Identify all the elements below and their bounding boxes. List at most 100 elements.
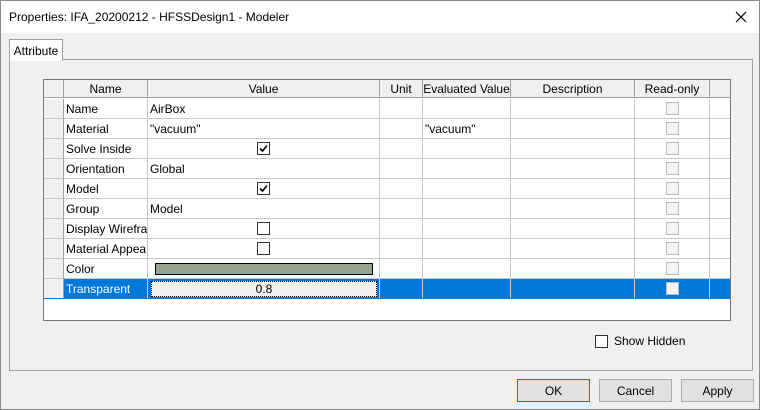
property-name[interactable]: Orientation [64, 159, 148, 179]
property-unit[interactable] [380, 279, 423, 299]
property-description[interactable] [511, 199, 635, 219]
property-name[interactable]: Material [64, 119, 148, 139]
property-evaluated-value [423, 139, 511, 159]
property-value-checkbox[interactable] [257, 222, 270, 235]
property-unit[interactable] [380, 179, 423, 199]
property-name[interactable]: Material Appea... [64, 239, 148, 259]
table-row[interactable]: Material "vacuum" "vacuum" [44, 119, 730, 139]
row-header[interactable] [44, 239, 64, 259]
table-row[interactable]: Color [44, 259, 730, 279]
property-value-cell[interactable]: Global [148, 159, 380, 179]
property-unit[interactable] [380, 119, 423, 139]
property-value-cell[interactable]: Model [148, 199, 380, 219]
table-row[interactable]: Orientation Global [44, 159, 730, 179]
property-value-cell[interactable]: 0.8 [148, 279, 380, 299]
property-value-cell[interactable]: "vacuum" [148, 119, 380, 139]
property-unit[interactable] [380, 259, 423, 279]
property-value-checkbox[interactable] [257, 182, 270, 195]
table-row[interactable]: Name AirBox [44, 99, 730, 119]
table-row[interactable]: Material Appea... [44, 239, 730, 259]
column-header-evaluated-value[interactable]: Evaluated Value [423, 80, 511, 98]
table-row[interactable]: Transparent 0.8 [44, 279, 730, 299]
property-description[interactable] [511, 99, 635, 119]
row-header[interactable] [44, 279, 64, 299]
column-header-unit[interactable]: Unit [380, 80, 423, 98]
read-only-checkbox [665, 162, 679, 175]
property-description[interactable] [511, 159, 635, 179]
row-header[interactable] [44, 199, 64, 219]
row-filler [710, 159, 730, 179]
property-name[interactable]: Group [64, 199, 148, 219]
read-only-checkbox [665, 202, 679, 215]
property-name[interactable]: Model [64, 179, 148, 199]
property-name[interactable]: Name [64, 99, 148, 119]
read-only-checkbox [665, 242, 679, 255]
show-hidden-option[interactable]: Show Hidden [595, 334, 685, 348]
property-unit[interactable] [380, 219, 423, 239]
property-description[interactable] [511, 239, 635, 259]
property-value-checkbox-cell[interactable] [148, 179, 380, 199]
property-read-only-cell [635, 99, 710, 119]
row-filler [710, 119, 730, 139]
row-header[interactable] [44, 179, 64, 199]
property-read-only-cell [635, 179, 710, 199]
ok-button[interactable]: OK [517, 379, 590, 402]
property-name[interactable]: Color [64, 259, 148, 279]
column-header-value[interactable]: Value [148, 80, 380, 98]
property-unit[interactable] [380, 159, 423, 179]
row-header[interactable] [44, 219, 64, 239]
table-row[interactable]: Solve Inside [44, 139, 730, 159]
row-header[interactable] [44, 119, 64, 139]
property-unit[interactable] [380, 99, 423, 119]
property-read-only-cell [635, 219, 710, 239]
apply-button[interactable]: Apply [681, 379, 754, 402]
property-value-text: AirBox [150, 101, 186, 116]
property-description[interactable] [511, 179, 635, 199]
property-description[interactable] [511, 279, 635, 299]
row-header[interactable] [44, 139, 64, 159]
show-hidden-checkbox[interactable] [595, 334, 608, 348]
check-icon [259, 184, 268, 193]
table-row[interactable]: Display Wirefra... [44, 219, 730, 239]
property-value-color-cell[interactable] [148, 259, 380, 279]
row-header[interactable] [44, 159, 64, 179]
table-row[interactable]: Model [44, 179, 730, 199]
column-header-description[interactable]: Description [511, 80, 635, 98]
property-name[interactable]: Display Wirefra... [64, 219, 148, 239]
column-header-name[interactable]: Name [64, 80, 148, 98]
close-button[interactable] [723, 1, 759, 33]
property-value-checkbox-cell[interactable] [148, 239, 380, 259]
tab-attribute[interactable]: Attribute [9, 39, 63, 61]
color-swatch[interactable] [155, 262, 373, 275]
column-header-read-only[interactable]: Read-only [635, 80, 710, 98]
row-header[interactable] [44, 259, 64, 279]
transparency-value-editor[interactable]: 0.8 [151, 280, 377, 297]
property-description[interactable] [511, 139, 635, 159]
property-evaluated-value [423, 99, 511, 119]
table-row[interactable]: Group Model [44, 199, 730, 219]
properties-grid: Name Value Unit Evaluated Value Descript… [43, 79, 731, 321]
row-header[interactable] [44, 99, 64, 119]
row-filler [710, 279, 730, 299]
property-evaluated-value [423, 179, 511, 199]
tab-attribute-label: Attribute [13, 43, 59, 58]
cancel-button[interactable]: Cancel [599, 379, 672, 402]
property-read-only-cell [635, 199, 710, 219]
read-only-checkbox [665, 122, 679, 135]
property-unit[interactable] [380, 139, 423, 159]
property-description[interactable] [511, 259, 635, 279]
property-unit[interactable] [380, 239, 423, 259]
property-description[interactable] [511, 219, 635, 239]
property-read-only-cell [635, 259, 710, 279]
property-evaluated-value [423, 219, 511, 239]
property-value-checkbox[interactable] [257, 142, 270, 155]
property-description[interactable] [511, 119, 635, 139]
property-value-checkbox-cell[interactable] [148, 139, 380, 159]
property-name[interactable]: Solve Inside [64, 139, 148, 159]
properties-dialog: Properties: IFA_20200212 - HFSSDesign1 -… [0, 0, 760, 410]
property-value-cell[interactable]: AirBox [148, 99, 380, 119]
property-value-checkbox-cell[interactable] [148, 219, 380, 239]
property-name[interactable]: Transparent [64, 279, 148, 299]
property-unit[interactable] [380, 199, 423, 219]
property-value-checkbox[interactable] [257, 242, 270, 255]
